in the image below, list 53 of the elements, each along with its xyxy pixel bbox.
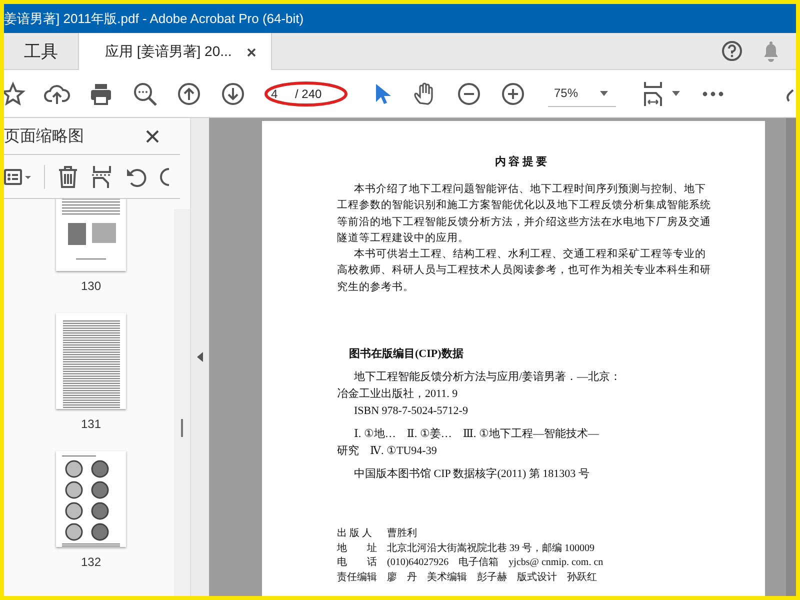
text-line: 究生的参考书。 (337, 280, 415, 295)
page-thumbnail[interactable] (56, 313, 126, 409)
help-icon[interactable] (721, 40, 743, 62)
close-icon[interactable] (246, 46, 257, 58)
text-line: 本书可供岩土工程、结构工程、水利工程、交通工程和采矿工程等专业的 (353, 247, 707, 262)
cip-heading: 图书在版编目(CIP)数据 (349, 346, 464, 362)
options-icon[interactable] (4, 166, 32, 186)
caret-icon[interactable] (600, 90, 608, 96)
trash-icon[interactable] (57, 164, 79, 188)
imprint-label: 电 话 (337, 556, 378, 570)
page-total: / 240 (295, 86, 322, 100)
imprint-value: (010)64027926 电子信箱 yjcbs@ cnmip. com. cn (387, 556, 604, 570)
text-line: 中国版本图书馆 CIP 数据核字(2011) 第 181303 号 (353, 466, 590, 482)
zoom-in-icon[interactable] (500, 80, 526, 106)
imprint-value: 廖 丹 美术编辑 彭子赫 版式设计 孙跃红 (387, 570, 597, 585)
section-heading: 内 容 提 要 (494, 154, 548, 169)
text-line: 本书介绍了地下工程问题智能评估、地下工程时间序列预测与控制、地下 (353, 182, 707, 197)
star-icon[interactable] (4, 80, 26, 106)
page-thumbnail[interactable] (56, 451, 126, 547)
text-line: 地下工程智能反馈分析方法与应用/姜谙男著．—北京： (353, 370, 622, 386)
extract-page-icon[interactable] (91, 164, 113, 188)
zoom-out-icon[interactable] (456, 80, 482, 106)
text-line: 高校教师、科研人员与工程技术人员阅读参考，也可作为相关专业本科生和研 (337, 263, 712, 278)
imprint-label: 责任编辑 (337, 570, 378, 585)
text-line: Ⅰ. ①地… Ⅱ. ①姜… Ⅲ. ①地下工程—智能技术— (353, 426, 600, 442)
panel-title: 页面缩略图 (4, 126, 84, 146)
text-line: 工程参数的智能识别和施工方案智能优化以及地下工程反馈分析集成智能系统 (337, 198, 712, 214)
text-line: ISBN 978-7-5024-5712-9 (353, 404, 469, 420)
page-number-label: 131 (80, 417, 102, 431)
caret-icon[interactable] (672, 91, 680, 96)
scrollbar[interactable] (786, 118, 796, 596)
imprint-label: 出 版 人 (337, 527, 373, 542)
page-thumbnail[interactable] (56, 199, 126, 271)
collapse-arrow-icon[interactable] (197, 352, 203, 362)
imprint-label: 地 址 (337, 542, 378, 556)
tab[interactable]: 应用 [姜谙男著] 20... (78, 33, 272, 70)
close-icon[interactable] (145, 128, 160, 144)
page-number-label: 132 (80, 555, 102, 569)
imprint-value: 北京北河沿大街嵩祝院北巷 39 号，邮编 100009 (387, 542, 594, 556)
window-title: 姜谙男著] 2011年版.pdf - Adobe Acrobat Pro (64-bit) (4, 10, 304, 28)
text-line: 等前沿的地下工程智能反馈分析方法，并介绍这些方法在水电地下厂房及交通 (337, 215, 712, 230)
down-arrow-circle-icon[interactable] (220, 80, 246, 106)
zoom-dropdown[interactable]: 75% (548, 80, 616, 107)
page-number-field[interactable]: 4 (268, 84, 293, 104)
scrollbar[interactable] (174, 209, 190, 596)
text-line: 冶金工业出版社，2011. 9 (337, 387, 459, 402)
tab[interactable]: 工具 (4, 33, 78, 69)
text-line: 研究 Ⅳ. ①TU94-39 (337, 444, 438, 460)
page-number-label: 130 (80, 279, 102, 293)
up-arrow-circle-icon[interactable] (176, 80, 202, 106)
zoom-search-icon[interactable] (132, 80, 158, 106)
imprint-value: 曹胜利 (387, 527, 417, 542)
text-line: 隧道等工程建设中的应用。 (337, 231, 470, 246)
